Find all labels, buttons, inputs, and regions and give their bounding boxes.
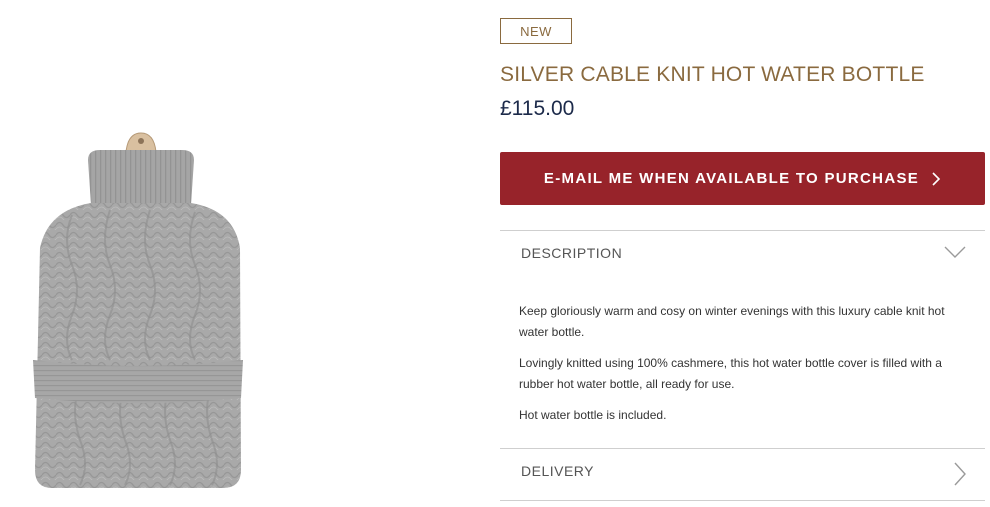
chevron-down-icon bbox=[943, 243, 967, 264]
description-content: Keep gloriously warm and cosy on winter … bbox=[519, 301, 959, 436]
notify-button-label: E-MAIL ME WHEN AVAILABLE TO PURCHASE bbox=[543, 170, 920, 187]
chevron-right-icon bbox=[951, 461, 967, 492]
description-paragraph: Lovingly knitted using 100% cashmere, th… bbox=[519, 356, 942, 391]
product-image bbox=[0, 0, 300, 502]
chevron-right-icon bbox=[931, 171, 941, 187]
email-me-when-available-button[interactable]: E-MAIL ME WHEN AVAILABLE TO PURCHASE bbox=[500, 152, 985, 205]
description-paragraph: Hot water bottle is included. bbox=[519, 408, 667, 422]
delivery-accordion-header[interactable]: DELIVERY bbox=[500, 449, 985, 497]
new-badge: NEW bbox=[500, 18, 572, 44]
description-paragraph: Keep gloriously warm and cosy on winter … bbox=[519, 304, 945, 339]
description-accordion-header[interactable]: DESCRIPTION bbox=[500, 231, 985, 279]
product-price: £115.00 bbox=[500, 97, 575, 120]
description-label: DESCRIPTION bbox=[521, 245, 623, 261]
divider bbox=[500, 500, 985, 501]
delivery-label: DELIVERY bbox=[521, 463, 594, 479]
product-title: SILVER CABLE KNIT HOT WATER BOTTLE bbox=[500, 63, 925, 86]
